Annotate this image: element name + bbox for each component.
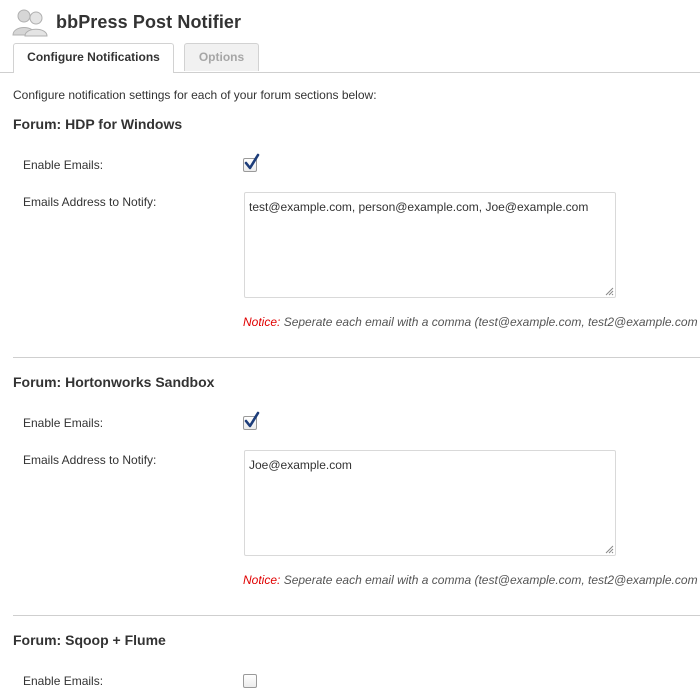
page-title: bbPress Post Notifier xyxy=(56,11,242,32)
section-divider xyxy=(13,615,700,616)
emails-value: Joe@example.com xyxy=(249,458,352,472)
enable-emails-checkbox[interactable] xyxy=(243,411,260,430)
resize-grip-icon[interactable] xyxy=(605,545,614,554)
checkmark-icon xyxy=(244,411,260,428)
notice-message: Seperate each email with a comma (test@e… xyxy=(280,573,698,587)
enable-emails-label: Enable Emails: xyxy=(23,416,104,430)
forum-title: Forum: Sqoop + Flume xyxy=(13,632,166,648)
enable-emails-checkbox[interactable] xyxy=(243,153,260,172)
enable-emails-label: Enable Emails: xyxy=(23,158,104,172)
notice-label: Notice: xyxy=(243,573,281,587)
notice-message: Seperate each email with a comma (test@e… xyxy=(280,315,698,329)
emails-textarea[interactable]: test@example.com, person@example.com, Jo… xyxy=(244,192,616,298)
forum-title: Forum: HDP for Windows xyxy=(13,116,183,132)
notice-label: Notice: xyxy=(243,315,281,329)
intro-text: Configure notification settings for each… xyxy=(13,88,377,102)
resize-grip-icon[interactable] xyxy=(605,287,614,296)
notice-text: Notice: Seperate each email with a comma… xyxy=(243,315,698,329)
notice-text: Notice: Seperate each email with a comma… xyxy=(243,573,698,587)
section-divider xyxy=(13,357,700,358)
emails-textarea[interactable]: Joe@example.com xyxy=(244,450,616,556)
forum-title: Forum: Hortonworks Sandbox xyxy=(13,374,215,390)
enable-emails-label: Enable Emails: xyxy=(23,674,104,688)
emails-label: Emails Address to Notify: xyxy=(23,453,157,467)
emails-value: test@example.com, person@example.com, Jo… xyxy=(249,200,589,214)
checkmark-icon xyxy=(244,153,260,170)
tab-bar: Configure Notifications Options xyxy=(0,43,700,73)
tab-options[interactable]: Options xyxy=(184,43,259,71)
users-icon xyxy=(12,7,48,37)
emails-label: Emails Address to Notify: xyxy=(23,195,157,209)
enable-emails-checkbox[interactable] xyxy=(243,674,257,688)
page-header: bbPress Post Notifier xyxy=(12,6,241,38)
tab-configure-notifications[interactable]: Configure Notifications xyxy=(13,43,174,73)
